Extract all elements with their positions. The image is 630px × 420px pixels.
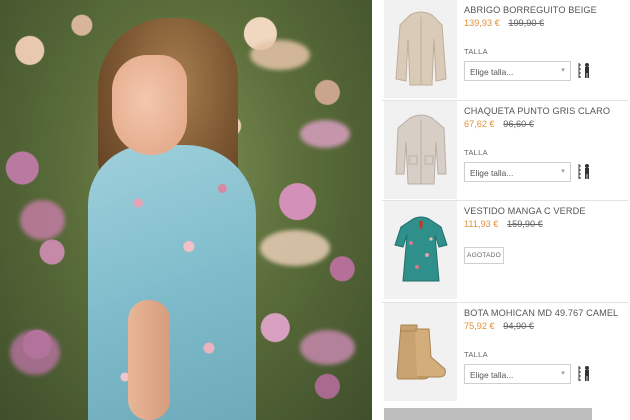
green-dress-image <box>393 216 448 282</box>
product-name[interactable]: ABRIGO BORREGUITO BEIGE <box>464 4 626 16</box>
product-old-price: 159,90 € <box>506 219 543 229</box>
size-select-placeholder: Elige talla... <box>470 67 514 77</box>
camel-boots-image <box>395 324 446 380</box>
product-card-vestido: VESTIDO MANGA C VERDE 111,93 € 159,90 € … <box>382 200 628 299</box>
product-card-abrigo: ABRIGO BORREGUITO BEIGE 139,93 € 199,90 … <box>382 0 628 98</box>
size-label: TALLA <box>464 47 488 56</box>
product-thumbnail-dress[interactable] <box>384 201 457 299</box>
product-price: 111,93 € <box>464 219 499 229</box>
size-guide-icon[interactable] <box>577 62 591 79</box>
size-label: TALLA <box>464 148 488 157</box>
product-old-price: 96,60 € <box>503 119 534 129</box>
size-select-placeholder: Elige talla... <box>470 168 514 178</box>
size-guide-icon[interactable] <box>577 163 591 180</box>
hero-photo <box>0 0 372 420</box>
product-price: 67,62 € <box>464 119 495 129</box>
size-select-placeholder: Elige talla... <box>470 370 514 380</box>
size-label: TALLA <box>464 350 488 359</box>
product-price: 139,93 € <box>464 18 500 28</box>
product-thumbnail-cardigan[interactable] <box>384 101 457 199</box>
hero-girl-arm <box>128 300 170 420</box>
add-to-cart-bar[interactable] <box>384 408 592 420</box>
product-price: 75,92 € <box>464 321 495 331</box>
hero-girl-dress <box>88 145 256 420</box>
chevron-down-icon: ▾ <box>561 67 565 74</box>
product-old-price: 94,90 € <box>503 321 534 331</box>
grey-cardigan-image <box>394 114 447 185</box>
size-select[interactable]: Elige talla... ▾ <box>464 61 571 81</box>
product-thumbnail-boots[interactable] <box>384 303 457 401</box>
product-name[interactable]: VESTIDO MANGA C VERDE <box>464 205 626 217</box>
product-old-price: 199,90 € <box>508 18 545 28</box>
size-select[interactable]: Elige talla... ▾ <box>464 162 571 182</box>
size-select[interactable]: Elige talla... ▾ <box>464 364 571 384</box>
size-guide-icon[interactable] <box>577 365 591 382</box>
product-thumbnail-coat[interactable] <box>384 0 457 98</box>
product-card-bota: BOTA MOHICAN MD 49.767 CAMEL 75,92 € 94,… <box>382 302 628 401</box>
product-list: ABRIGO BORREGUITO BEIGE 139,93 € 199,90 … <box>380 0 630 420</box>
product-name[interactable]: CHAQUETA PUNTO GRIS CLARO <box>464 105 626 117</box>
beige-coat-image <box>394 11 447 86</box>
chevron-down-icon: ▾ <box>561 370 565 377</box>
product-name[interactable]: BOTA MOHICAN MD 49.767 CAMEL <box>464 307 626 319</box>
chevron-down-icon: ▾ <box>561 168 565 175</box>
hero-girl-face <box>112 55 187 155</box>
sold-out-badge: AGOTADO <box>464 247 504 264</box>
product-card-chaqueta: CHAQUETA PUNTO GRIS CLARO 67,62 € 96,60 … <box>382 100 628 199</box>
